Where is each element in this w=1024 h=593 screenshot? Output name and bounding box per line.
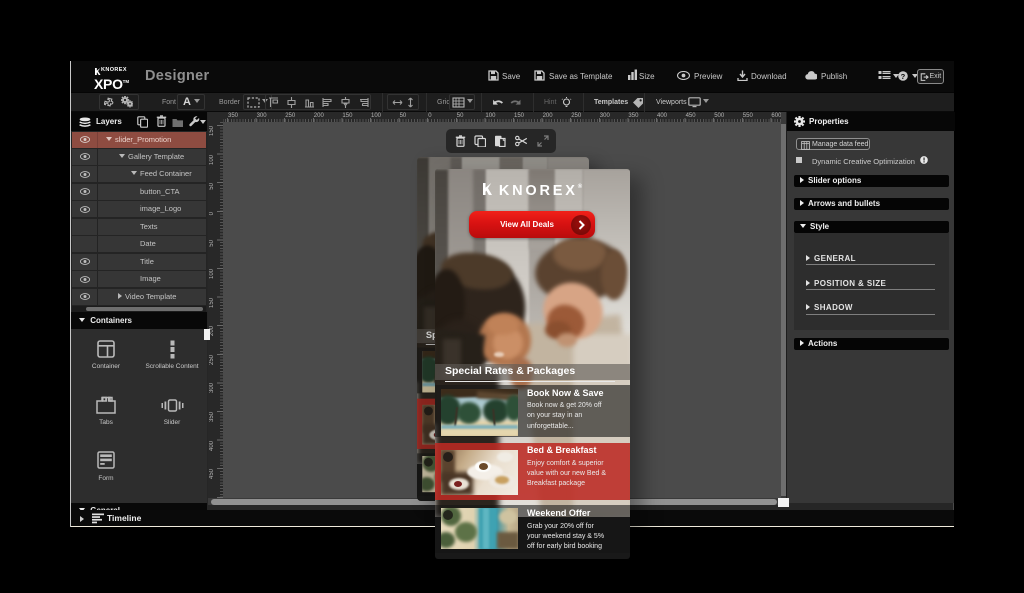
svg-text:?: ?: [901, 72, 906, 81]
